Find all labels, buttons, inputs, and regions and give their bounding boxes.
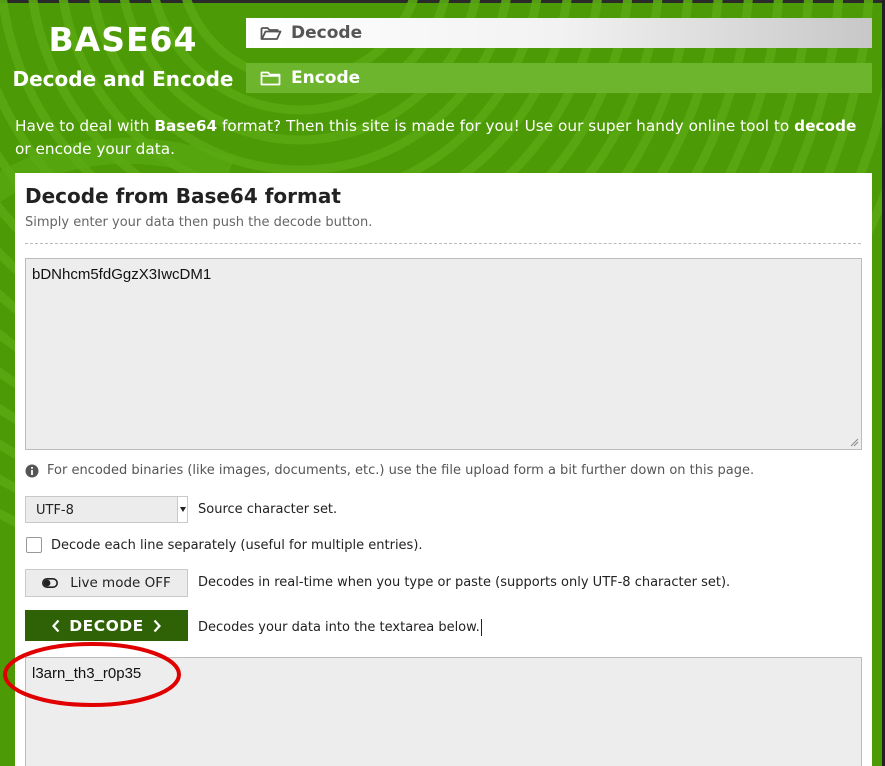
divider: [25, 243, 861, 244]
chevron-left-icon: [52, 619, 60, 632]
live-mode-description: Decodes in real-time when you type or pa…: [198, 575, 731, 590]
binary-note: For encoded binaries (like images, docum…: [25, 463, 754, 478]
intro-text: Have to deal with Base64 format? Then th…: [15, 115, 875, 161]
decode-button-description: Decodes your data into the textarea belo…: [198, 619, 482, 636]
intro-part-3: or encode your data.: [15, 140, 175, 158]
nav-encode-label: Encode: [291, 68, 361, 88]
folder-icon: [260, 71, 281, 86]
decode-button-label: DECODE: [69, 616, 144, 635]
text-cursor: [480, 619, 482, 636]
decode-each-line-label[interactable]: Decode each line separately (useful for …: [51, 538, 423, 553]
folder-open-icon: [260, 27, 282, 40]
input-textarea[interactable]: bDNhcm5fdGgzX3IwcDM1: [25, 258, 862, 450]
intro-bold-base64: Base64: [154, 117, 218, 135]
charset-selected-value: UTF-8: [36, 503, 74, 518]
nav-decode-label: Decode: [291, 23, 363, 43]
live-mode-label: Live mode OFF: [70, 575, 171, 591]
logo-title: BASE64: [48, 20, 198, 59]
toggle-off-icon: [42, 578, 59, 588]
chevron-right-icon: [153, 619, 161, 632]
chevron-down-icon: [177, 497, 187, 522]
live-mode-button[interactable]: Live mode OFF: [25, 569, 188, 597]
logo-subtitle: Decode and Encode: [12, 67, 234, 91]
charset-label: Source character set.: [198, 502, 338, 517]
panel-title: Decode from Base64 format: [25, 184, 341, 208]
charset-select[interactable]: UTF-8: [25, 496, 188, 523]
decode-description-text: Decodes your data into the textarea belo…: [198, 620, 480, 635]
annotation-circle: [3, 642, 181, 707]
input-text: bDNhcm5fdGgzX3IwcDM1: [32, 266, 212, 283]
nav-decode-tab[interactable]: Decode: [246, 18, 872, 48]
info-icon: [25, 464, 39, 477]
resize-grip-icon[interactable]: [849, 437, 859, 447]
site-logo[interactable]: BASE64 Decode and Encode: [0, 0, 246, 110]
binary-note-text: For encoded binaries (like images, docum…: [47, 463, 755, 478]
intro-part-2: format? Then this site is made for you! …: [217, 117, 795, 135]
decode-each-line-checkbox[interactable]: [26, 537, 42, 553]
panel-subtitle: Simply enter your data then push the dec…: [25, 215, 373, 230]
intro-part-1: Have to deal with: [15, 117, 155, 135]
decode-button[interactable]: DECODE: [25, 610, 188, 641]
nav-encode-tab[interactable]: Encode: [246, 63, 872, 93]
intro-bold-decode: decode: [794, 117, 857, 135]
